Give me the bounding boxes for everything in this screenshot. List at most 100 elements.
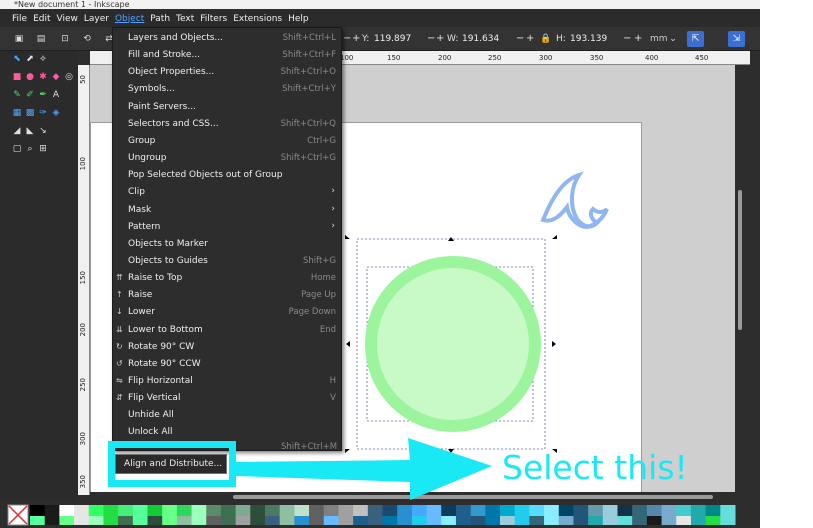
menu-item-lower[interactable]: ↓ Lower Page Down — [113, 304, 341, 321]
w-input[interactable]: 191.634 — [462, 34, 499, 44]
spray-tool-icon[interactable]: ◣ — [25, 126, 35, 136]
menu-item-paint-servers[interactable]: Paint Servers... — [113, 99, 341, 116]
wave-logo-icon[interactable] — [540, 171, 609, 230]
palette-swatch[interactable] — [353, 516, 369, 525]
selection-handle-tl[interactable] — [345, 235, 350, 239]
palette-swatch[interactable] — [162, 505, 178, 525]
menu-item-rotate-90-ccw[interactable]: ↺ Rotate 90° CCW — [113, 356, 341, 373]
rect-tool-icon[interactable]: ■ — [12, 72, 22, 82]
menu-item-ungroup[interactable]: Ungroup Shift+Ctrl+G — [113, 150, 341, 167]
menu-item-fill-and-stroke[interactable]: Fill and Stroke... Shift+Ctrl+F — [113, 47, 341, 64]
selection-handle-left[interactable] — [346, 341, 350, 347]
move-gradient-icon[interactable]: ⇲ — [728, 31, 745, 47]
vertical-scroll-thumb[interactable] — [738, 190, 742, 330]
h-input[interactable]: 193.139 — [570, 34, 607, 44]
palette-swatch[interactable] — [147, 505, 163, 516]
page-tool-icon[interactable]: ▢ — [12, 144, 22, 154]
menu-item-flip-vertical[interactable]: ⇵ Flip Vertical V — [113, 390, 341, 407]
menu-extensions[interactable]: Extensions — [233, 14, 282, 24]
menu-item-lower-to-bottom[interactable]: ⇊ Lower to Bottom End — [113, 322, 341, 339]
menu-item-flip-horizontal[interactable]: ⇋ Flip Horizontal H — [113, 373, 341, 390]
menu-item-symbols[interactable]: Symbols... Shift+Ctrl+Y — [113, 81, 341, 98]
palette-swatch[interactable] — [279, 505, 295, 525]
select-same-icon[interactable]: ▤ — [36, 34, 46, 44]
pen-tool-icon[interactable]: ✎ — [12, 90, 22, 100]
menu-view[interactable]: View — [57, 14, 78, 24]
palette-swatch[interactable] — [470, 505, 486, 516]
palette-swatch[interactable] — [646, 516, 663, 525]
palette-swatch[interactable] — [235, 505, 251, 516]
palette-swatch[interactable] — [30, 516, 46, 525]
palette-swatch[interactable] — [206, 516, 222, 525]
node-tool-icon[interactable]: ⬈ — [25, 54, 35, 64]
palette-swatch[interactable] — [220, 505, 237, 525]
palette-swatch[interactable] — [705, 505, 721, 516]
palette-swatch[interactable] — [573, 505, 589, 525]
palette-swatch[interactable] — [514, 505, 530, 525]
menu-item-clip[interactable]: Clip › — [113, 184, 341, 201]
palette-swatch[interactable] — [323, 516, 339, 525]
palette-swatch[interactable] — [309, 505, 325, 525]
palette-swatch[interactable] — [397, 505, 413, 525]
palette-swatch[interactable] — [411, 505, 428, 516]
paint-bucket-tool-icon[interactable]: ◈ — [51, 108, 61, 118]
3dbox-tool-icon[interactable]: ◆ — [51, 72, 61, 82]
palette-swatch[interactable] — [44, 505, 60, 525]
palette-swatch[interactable] — [103, 505, 119, 525]
palette-swatch[interactable] — [118, 505, 134, 516]
palette-swatch[interactable] — [441, 505, 457, 516]
palette-swatch[interactable] — [632, 505, 648, 525]
palette-swatch[interactable] — [485, 505, 501, 525]
text-tool-icon[interactable]: A — [51, 90, 61, 100]
eraser-tool-icon[interactable]: ◢ — [12, 126, 22, 136]
palette-swatch[interactable] — [558, 516, 574, 525]
selector-tool-icon[interactable]: ⬉ — [12, 54, 22, 64]
palette-swatch[interactable] — [30, 505, 46, 516]
palette-swatch[interactable] — [558, 505, 574, 516]
palette-swatch[interactable] — [529, 505, 545, 516]
mesh-tool-icon[interactable]: ▩ — [25, 108, 35, 118]
menu-item-align-and-distribute[interactable]: Align and Distribute... — [115, 454, 227, 474]
palette-swatch[interactable] — [265, 505, 281, 516]
palette-swatch[interactable] — [676, 516, 692, 525]
select-all-icon[interactable]: ▣ — [14, 34, 24, 44]
selection-handle-right[interactable] — [552, 341, 556, 347]
menu-edit[interactable]: Edit — [33, 14, 50, 24]
spiral-tool-icon[interactable]: ◎ — [64, 72, 74, 82]
menu-item-selectors-and-css[interactable]: Selectors and CSS... Shift+Ctrl+Q — [113, 116, 341, 133]
menu-item-objects-to-marker[interactable]: Objects to Marker — [113, 236, 341, 253]
deselect-icon[interactable]: ⊡ — [60, 34, 70, 44]
menu-item-object-properties[interactable]: Object Properties... Shift+Ctrl+O — [113, 64, 341, 81]
palette-swatch[interactable] — [367, 505, 383, 525]
rotate-object-icon[interactable]: ⟲ — [82, 34, 92, 44]
lock-icon[interactable]: 🔒 — [540, 34, 551, 44]
palette-swatch[interactable] — [206, 505, 222, 516]
palette-swatch[interactable] — [338, 505, 354, 525]
palette-swatch[interactable] — [353, 505, 369, 516]
palette-swatch[interactable] — [88, 516, 104, 525]
menu-help[interactable]: Help — [288, 14, 309, 24]
menu-item-group[interactable]: Group Ctrl+G — [113, 133, 341, 150]
palette-swatch[interactable] — [705, 516, 721, 525]
w-plus2-icon[interactable]: + — [526, 33, 534, 44]
menu-item-objects-to-guides[interactable]: Objects to Guides Shift+G — [113, 253, 341, 270]
palette-swatch[interactable] — [323, 505, 339, 516]
menu-text[interactable]: Text — [176, 14, 194, 24]
palette-swatch[interactable] — [426, 505, 442, 525]
palette-swatch[interactable] — [59, 505, 75, 516]
palette-swatch[interactable] — [118, 516, 134, 525]
h-minus-icon[interactable]: − — [623, 33, 631, 44]
palette-swatch[interactable] — [676, 505, 692, 516]
selection-handle-tr[interactable] — [552, 235, 557, 239]
ellipse-tool-icon[interactable]: ● — [25, 72, 35, 82]
w-plus-icon[interactable]: + — [436, 33, 444, 44]
w-minus-icon[interactable]: − — [516, 33, 524, 44]
palette-swatch[interactable] — [294, 516, 310, 525]
menu-layer[interactable]: Layer — [84, 14, 109, 24]
palette-swatch[interactable] — [147, 516, 163, 525]
palette-swatch[interactable] — [646, 505, 663, 516]
pencil-tool-icon[interactable]: ✐ — [25, 90, 35, 100]
menu-file[interactable]: File — [12, 14, 27, 24]
palette-swatch[interactable] — [617, 516, 633, 525]
x-minus-icon[interactable]: − — [427, 33, 435, 44]
